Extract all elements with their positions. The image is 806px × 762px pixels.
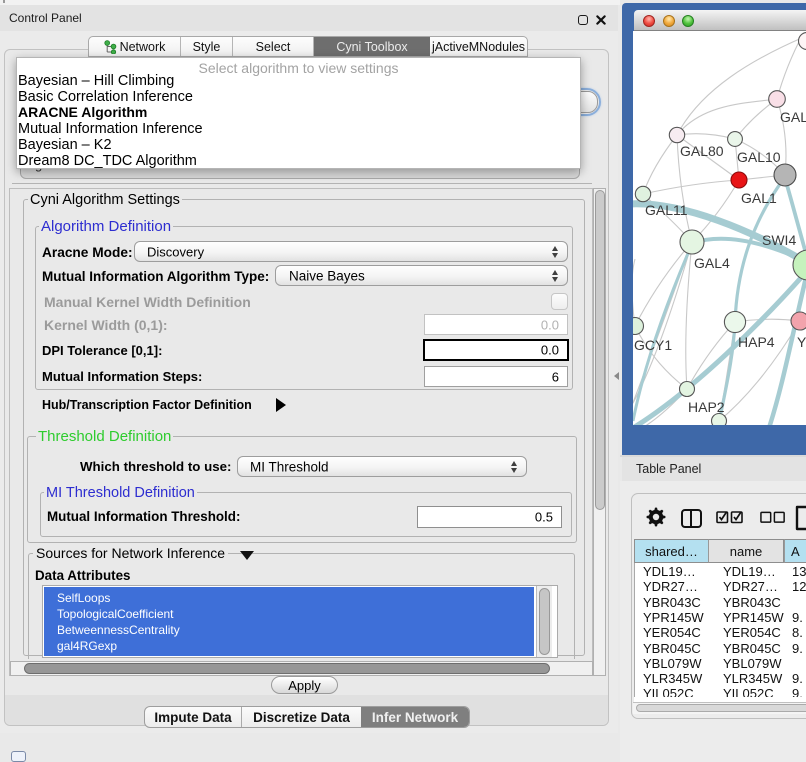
- svg-text:GAL10: GAL10: [737, 149, 781, 165]
- svg-text:GAL80: GAL80: [680, 143, 724, 159]
- svg-text:SWI4: SWI4: [762, 232, 796, 248]
- svg-text:HAP4: HAP4: [738, 334, 775, 350]
- svg-text:GAL4: GAL4: [694, 255, 730, 271]
- svg-text:GAL1: GAL1: [741, 190, 777, 206]
- svg-text:GAL7: GAL7: [780, 109, 806, 125]
- svg-text:GCY1: GCY1: [634, 337, 672, 353]
- svg-text:HAP2: HAP2: [688, 399, 725, 415]
- svg-text:GAL11: GAL11: [645, 202, 688, 218]
- svg-text:Y: Y: [797, 334, 806, 350]
